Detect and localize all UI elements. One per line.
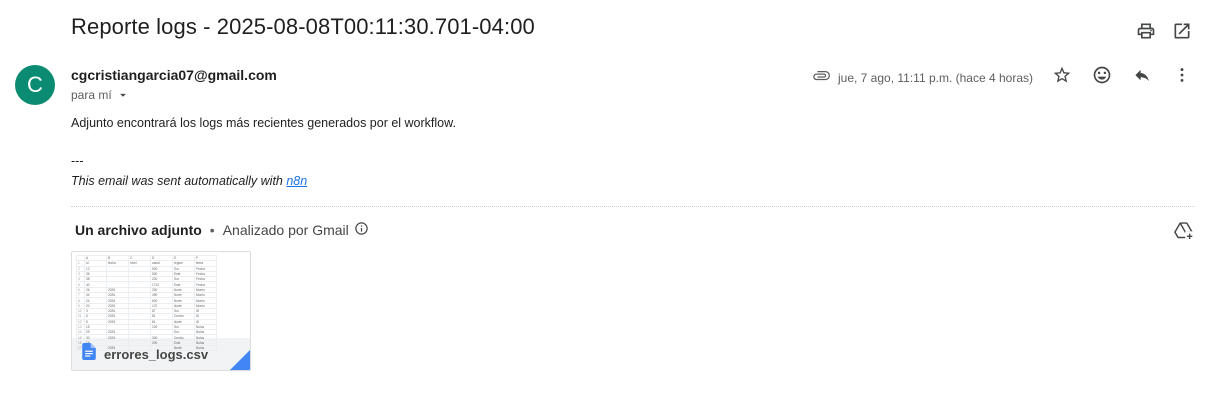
add-to-drive-icon[interactable]	[1171, 218, 1195, 242]
attachment-card[interactable]: ABCDEF 1 id fecha nivel canal region tema 2 12 5…	[71, 251, 251, 371]
print-icon[interactable]	[1135, 20, 1157, 42]
signature-separator: ---	[71, 154, 84, 168]
more-vertical-icon[interactable]	[1171, 64, 1193, 86]
attachments-divider	[71, 206, 1195, 207]
attachment-file-bar: errores_logs.csv	[72, 338, 250, 370]
paperclip-icon	[812, 66, 832, 89]
emoji-reaction-icon[interactable]	[1091, 64, 1113, 86]
info-icon[interactable]	[354, 221, 369, 239]
sender-email[interactable]: cgcristiangarcia07@gmail.com	[71, 67, 277, 83]
open-in-new-window-icon[interactable]	[1171, 20, 1193, 42]
footer-text: This email was sent automatically with	[71, 174, 287, 188]
attachments-count: Un archivo adjunto	[75, 222, 202, 238]
n8n-link[interactable]: n8n	[286, 174, 307, 188]
reply-icon[interactable]	[1131, 64, 1153, 86]
top-actions	[1135, 20, 1193, 42]
recipient-dropdown[interactable]: para mí	[71, 88, 130, 102]
email-subject: Reporte logs - 2025-08-08T00:11:30.701-0…	[71, 14, 535, 39]
page-fold-icon	[230, 350, 250, 370]
google-docs-icon	[82, 343, 96, 365]
caret-down-icon	[116, 88, 130, 102]
star-icon[interactable]	[1051, 64, 1073, 86]
scan-status-label: Analizado por Gmail	[222, 222, 349, 238]
scan-status: Analizado por Gmail	[223, 221, 369, 239]
auto-sent-footer: This email was sent automatically with n…	[71, 174, 307, 188]
recipient-label: para mí	[71, 88, 112, 102]
attachment-preview: ABCDEF 1 id fecha nivel canal region tema 2 12 5…	[72, 252, 250, 352]
attachments-header: Un archivo adjunto • Analizado por Gmail	[75, 221, 369, 239]
bullet: •	[209, 222, 215, 238]
message-meta: jue, 7 ago, 11:11 p.m. (hace 4 horas)	[812, 66, 1033, 89]
attachment-filename: errores_logs.csv	[104, 346, 209, 362]
message-date: jue, 7 ago, 11:11 p.m. (hace 4 horas)	[837, 70, 1033, 85]
avatar[interactable]: C	[15, 65, 55, 105]
body-text: Adjunto encontrará los logs más reciente…	[71, 116, 456, 130]
message-actions	[1051, 64, 1193, 86]
